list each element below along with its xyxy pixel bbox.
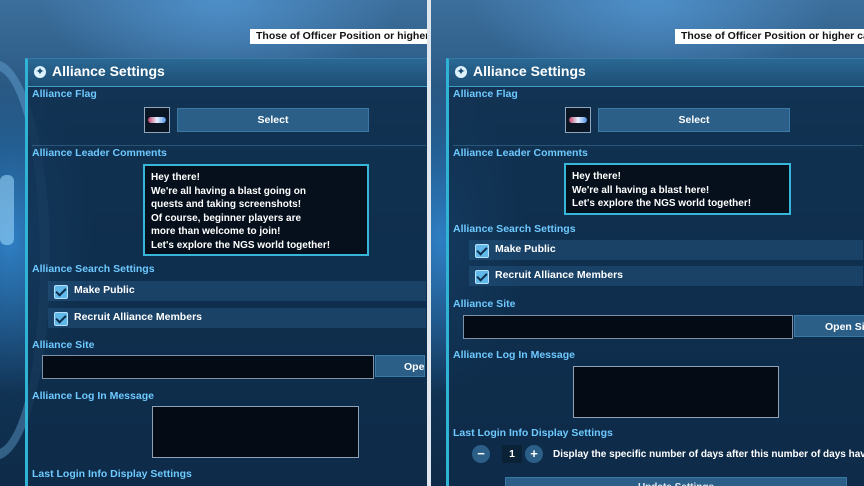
section-search-settings: Alliance Search Settings — [453, 223, 576, 235]
comment-line: Hey there! — [572, 171, 621, 182]
recruit-members-label: Recruit Alliance Members — [495, 269, 623, 281]
comment-line: Let's explore the NGS world together! — [572, 198, 752, 209]
section-alliance-flag: Alliance Flag — [453, 88, 518, 100]
alliance-settings-panel: ✦ Alliance Settings Alliance Flag Select… — [446, 58, 864, 486]
diamond-icon: ✦ — [455, 65, 467, 78]
login-message-textarea[interactable] — [152, 406, 359, 458]
alliance-flag-image — [565, 107, 591, 133]
officer-notice-banner: Those of Officer Position or higher can … — [250, 29, 427, 44]
section-login-message: Alliance Log In Message — [32, 390, 154, 402]
right-screenshot: Those of Officer Position or higher can … — [431, 0, 864, 486]
minus-icon[interactable]: − — [472, 445, 490, 463]
comment-line: Hey there! — [151, 172, 200, 183]
panel-titlebar: ✦ Alliance Settings — [28, 59, 427, 87]
checkbox-checked-icon[interactable] — [54, 312, 68, 326]
recruit-members-row[interactable]: Recruit Alliance Members — [469, 266, 863, 286]
checkbox-checked-icon[interactable] — [475, 270, 489, 284]
checkbox-checked-icon[interactable] — [54, 285, 68, 299]
comment-line: more than welcome to join! — [151, 226, 281, 237]
section-login-message: Alliance Log In Message — [453, 349, 575, 361]
days-value[interactable]: 1 — [502, 445, 522, 463]
recruit-members-row[interactable]: Recruit Alliance Members — [48, 308, 426, 328]
select-flag-button[interactable]: Select — [598, 108, 790, 132]
leader-comment-textarea[interactable]: Hey there! We're all having a blast here!… — [564, 163, 791, 215]
alliance-flag-image — [144, 107, 170, 133]
make-public-label: Make Public — [495, 243, 556, 255]
comment-line: Of course, beginner players are — [151, 212, 302, 224]
background-light — [0, 175, 14, 245]
section-last-login: Last Login Info Display Settings — [453, 427, 613, 439]
section-alliance-site: Alliance Site — [453, 298, 516, 310]
section-leader-comments: Alliance Leader Comments — [453, 147, 588, 159]
alliance-site-input[interactable] — [42, 355, 374, 379]
left-screenshot: Those of Officer Position or higher can … — [0, 0, 427, 486]
comment-line: Let's explore the NGS world together! — [151, 239, 331, 251]
panel-titlebar: ✦ Alliance Settings — [449, 59, 864, 87]
alliance-settings-panel: ✦ Alliance Settings Alliance Flag Select… — [25, 58, 427, 486]
login-message-textarea[interactable] — [573, 366, 779, 418]
comment-line: We're all having a blast here! — [572, 184, 710, 196]
leader-comment-textarea[interactable]: Hey there! We're all having a blast going… — [143, 164, 369, 256]
recruit-members-label: Recruit Alliance Members — [74, 311, 202, 323]
make-public-row[interactable]: Make Public — [469, 240, 863, 260]
officer-notice-banner: Those of Officer Position or higher can … — [675, 29, 864, 44]
plus-icon[interactable]: + — [525, 445, 543, 463]
update-settings-button[interactable]: Update Settings — [505, 477, 847, 486]
section-divider — [453, 145, 863, 146]
open-site-button[interactable]: Open Site — [794, 315, 864, 337]
checkbox-checked-icon[interactable] — [475, 244, 489, 258]
section-divider — [32, 145, 426, 146]
section-alliance-site: Alliance Site — [32, 339, 95, 351]
days-description: Display the specific number of days afte… — [553, 449, 864, 460]
section-search-settings: Alliance Search Settings — [32, 263, 155, 275]
comment-line: quests and taking screenshots! — [151, 199, 302, 210]
section-alliance-flag: Alliance Flag — [32, 88, 97, 100]
diamond-icon: ✦ — [34, 65, 46, 78]
open-site-button[interactable]: Open Site — [375, 355, 425, 377]
make-public-label: Make Public — [74, 284, 135, 296]
panel-title: Alliance Settings — [473, 63, 586, 79]
select-flag-button[interactable]: Select — [177, 108, 369, 132]
comment-line: We're all having a blast going on — [151, 185, 306, 197]
make-public-row[interactable]: Make Public — [48, 281, 426, 301]
section-leader-comments: Alliance Leader Comments — [32, 147, 167, 159]
section-last-login: Last Login Info Display Settings — [32, 468, 192, 480]
panel-title: Alliance Settings — [52, 63, 165, 79]
alliance-site-input[interactable] — [463, 315, 793, 339]
